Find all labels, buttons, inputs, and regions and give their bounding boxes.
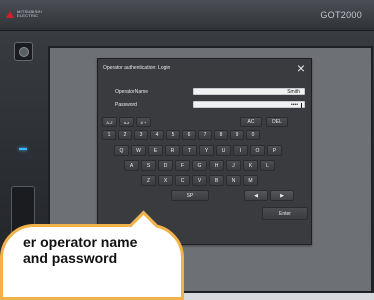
key-space[interactable]: SP [171, 190, 209, 201]
device-topbar: MITSUBISHI ELECTRIC GOT2000 [0, 0, 374, 31]
key-n[interactable]: N [226, 175, 241, 186]
key-r[interactable]: R [165, 145, 180, 156]
callout-text: er operator name and password [23, 234, 193, 266]
password-input[interactable]: •••• [193, 101, 305, 108]
key-y[interactable]: Y [199, 145, 214, 156]
key-o[interactable]: O [250, 145, 265, 156]
key-p[interactable]: P [267, 145, 282, 156]
password-caret [301, 103, 302, 108]
operator-name-input[interactable]: Smith [193, 88, 305, 95]
left-arrow-icon: ◀ [254, 192, 258, 199]
password-label: Password [115, 102, 137, 108]
key-mode-symbols[interactable]: # + [136, 117, 151, 127]
key-left-arrow[interactable]: ◀ [244, 190, 268, 201]
key-g[interactable]: G [192, 160, 207, 171]
login-dialog: Operator authentication: Login × Operato… [97, 58, 312, 245]
key-j[interactable]: J [226, 160, 241, 171]
key-t[interactable]: T [182, 145, 197, 156]
key-v[interactable]: V [192, 175, 207, 186]
camera-icon [14, 42, 33, 61]
key-2[interactable]: 2 [118, 130, 132, 140]
key-0[interactable]: 0 [246, 130, 260, 140]
brand-logo: MITSUBISHI ELECTRIC [6, 8, 46, 20]
key-m[interactable]: M [243, 175, 258, 186]
key-f[interactable]: F [175, 160, 190, 171]
key-d[interactable]: D [158, 160, 173, 171]
key-a[interactable]: A [124, 160, 139, 171]
close-button[interactable]: × [297, 61, 305, 75]
dialog-title: Operator authentication: Login [103, 65, 171, 71]
enter-button[interactable]: Enter [262, 207, 308, 220]
key-c[interactable]: C [175, 175, 190, 186]
key-del[interactable]: DEL [266, 117, 288, 127]
key-k[interactable]: K [243, 160, 258, 171]
status-led [19, 148, 27, 150]
key-1[interactable]: 1 [102, 130, 116, 140]
operator-name-label: OperatorName [115, 89, 149, 95]
key-7[interactable]: 7 [198, 130, 212, 140]
key-u[interactable]: U [216, 145, 231, 156]
key-z[interactable]: Z [141, 175, 156, 186]
key-b[interactable]: B [209, 175, 224, 186]
key-mode-upper[interactable]: A-Z [102, 117, 117, 127]
close-icon: × [296, 60, 305, 76]
key-8[interactable]: 8 [214, 130, 228, 140]
password-value: •••• [290, 102, 298, 108]
key-w[interactable]: W [131, 145, 146, 156]
callout-bubble: er operator name and password [0, 224, 184, 300]
key-x[interactable]: X [158, 175, 173, 186]
callout-line-2: and password [23, 250, 118, 266]
key-6[interactable]: 6 [182, 130, 196, 140]
key-ac[interactable]: AC [240, 117, 262, 127]
key-e[interactable]: E [148, 145, 163, 156]
key-l[interactable]: L [260, 160, 275, 171]
key-s[interactable]: S [141, 160, 156, 171]
key-h[interactable]: H [209, 160, 224, 171]
callout-line-1: er operator name [23, 234, 138, 250]
brand-logo-icon [6, 10, 14, 18]
key-q[interactable]: Q [114, 145, 129, 156]
key-5[interactable]: 5 [166, 130, 180, 140]
key-3[interactable]: 3 [134, 130, 148, 140]
key-mode-lower[interactable]: a-z [119, 117, 134, 127]
brand-name: MITSUBISHI ELECTRIC [17, 9, 42, 18]
key-right-arrow[interactable]: ▶ [270, 190, 294, 201]
key-9[interactable]: 9 [230, 130, 244, 140]
right-arrow-icon: ▶ [280, 192, 284, 199]
model-name: GOT2000 [320, 10, 362, 20]
operator-name-value: Smith [287, 89, 300, 95]
key-i[interactable]: I [233, 145, 248, 156]
key-4[interactable]: 4 [150, 130, 164, 140]
